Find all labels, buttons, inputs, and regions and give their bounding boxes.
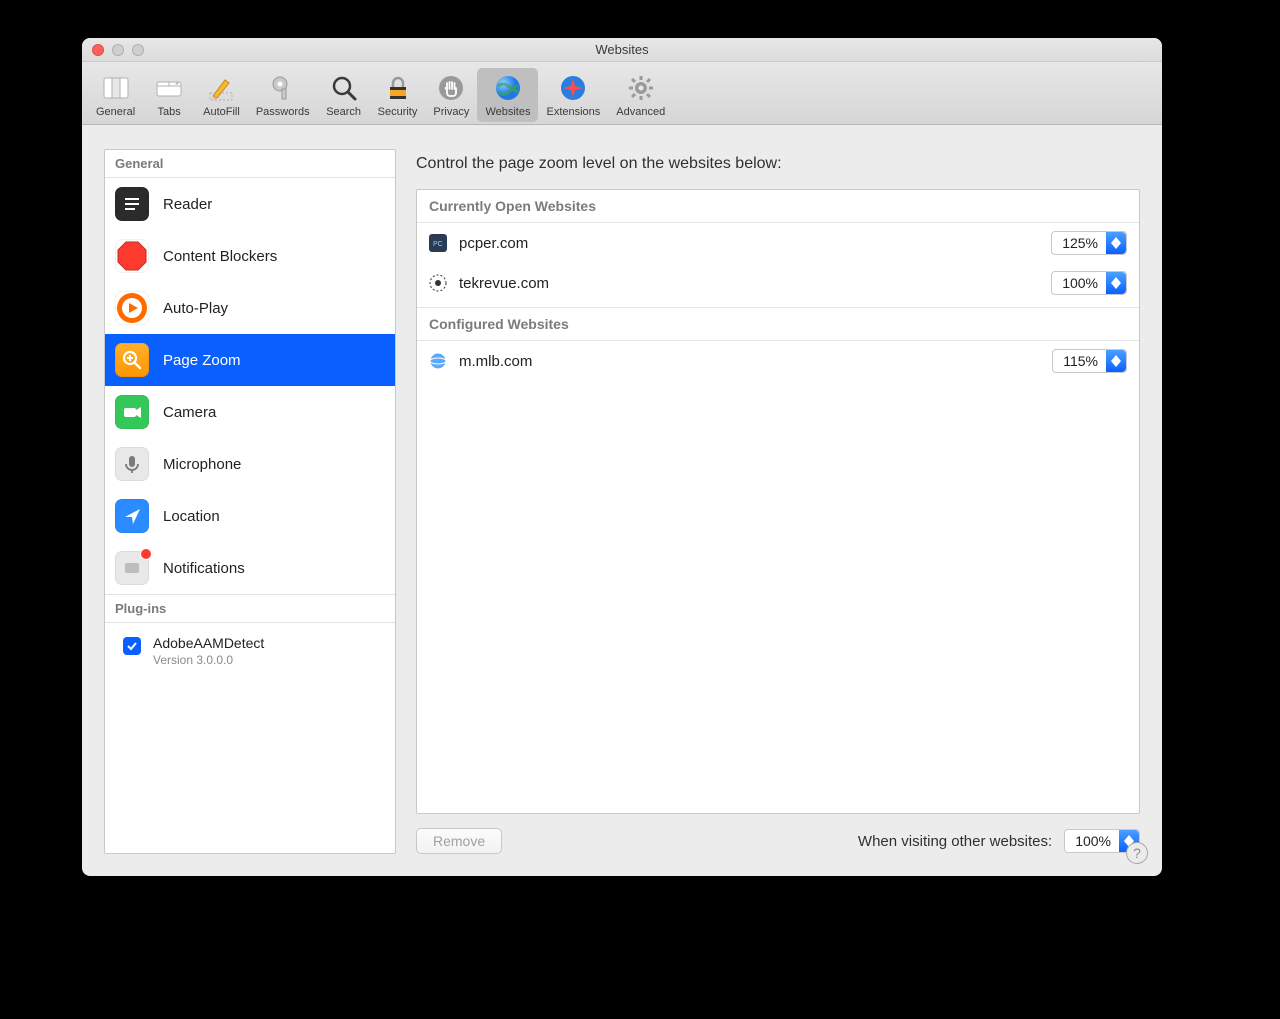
site-domain: pcper.com bbox=[459, 235, 1039, 252]
tabs-icon: + bbox=[153, 72, 185, 104]
sidebar-item-notifications[interactable]: Notifications bbox=[105, 542, 395, 594]
plugin-name: AdobeAAMDetect bbox=[153, 635, 264, 651]
toolbar: General + Tabs AutoFill Passwords Search bbox=[82, 62, 1162, 125]
sidebar-item-label: Notifications bbox=[163, 560, 245, 577]
bottom-bar: Remove When visiting other websites: 100… bbox=[416, 814, 1140, 854]
content-area: General Reader Content Blockers Auto-Pla… bbox=[82, 125, 1162, 876]
tab-label: Advanced bbox=[616, 106, 665, 118]
tab-security[interactable]: Security bbox=[370, 68, 426, 122]
zoom-icon bbox=[115, 343, 149, 377]
reader-icon bbox=[115, 187, 149, 221]
plugin-version: Version 3.0.0.0 bbox=[153, 653, 264, 667]
tab-label: Passwords bbox=[256, 106, 310, 118]
zoom-select[interactable]: 100% bbox=[1051, 271, 1127, 295]
section-open-websites: Currently Open Websites bbox=[417, 190, 1139, 223]
camera-icon bbox=[115, 395, 149, 429]
tab-privacy[interactable]: Privacy bbox=[425, 68, 477, 122]
stop-sign-icon bbox=[115, 239, 149, 273]
magnifier-icon bbox=[328, 72, 360, 104]
stepper-icon bbox=[1106, 272, 1126, 294]
detail-panel: Control the page zoom level on the websi… bbox=[416, 149, 1140, 854]
zoom-select[interactable]: 125% bbox=[1051, 231, 1127, 255]
pencil-icon bbox=[205, 72, 237, 104]
tab-label: Security bbox=[378, 106, 418, 118]
tab-tabs[interactable]: + Tabs bbox=[143, 68, 195, 122]
svg-text:+: + bbox=[175, 81, 179, 88]
site-row[interactable]: PC pcper.com 125% bbox=[417, 223, 1139, 263]
section-configured-websites: Configured Websites bbox=[417, 307, 1139, 341]
plugin-checkbox[interactable] bbox=[123, 637, 141, 655]
key-icon bbox=[267, 72, 299, 104]
tab-label: Search bbox=[326, 106, 361, 118]
window-title: Websites bbox=[82, 42, 1162, 57]
globe-icon bbox=[492, 72, 524, 104]
favicon-icon bbox=[429, 274, 447, 292]
tab-search[interactable]: Search bbox=[318, 68, 370, 122]
sidebar-item-label: Camera bbox=[163, 404, 216, 421]
tab-websites[interactable]: Websites bbox=[477, 68, 538, 122]
sidebar-section-plugins: Plug-ins bbox=[105, 594, 395, 623]
play-icon bbox=[115, 291, 149, 325]
zoom-value: 125% bbox=[1062, 235, 1098, 251]
remove-button[interactable]: Remove bbox=[416, 828, 502, 854]
site-domain: m.mlb.com bbox=[459, 353, 1040, 370]
badge-dot-icon bbox=[140, 548, 152, 560]
sidebar-item-location[interactable]: Location bbox=[105, 490, 395, 542]
preferences-window: Websites General + Tabs AutoFill Passwor bbox=[82, 38, 1162, 876]
tab-label: Tabs bbox=[158, 106, 181, 118]
microphone-icon bbox=[115, 447, 149, 481]
plugin-row[interactable]: AdobeAAMDetect Version 3.0.0.0 bbox=[105, 623, 395, 679]
sidebar-item-camera[interactable]: Camera bbox=[105, 386, 395, 438]
lock-icon bbox=[382, 72, 414, 104]
tab-advanced[interactable]: Advanced bbox=[608, 68, 673, 122]
site-row[interactable]: tekrevue.com 100% bbox=[417, 263, 1139, 303]
sidebar-item-microphone[interactable]: Microphone bbox=[105, 438, 395, 490]
sidebar-item-label: Reader bbox=[163, 196, 212, 213]
sidebar-item-label: Content Blockers bbox=[163, 248, 277, 265]
zoom-select[interactable]: 115% bbox=[1052, 349, 1127, 373]
panel-title: Control the page zoom level on the websi… bbox=[416, 155, 1140, 173]
tab-general[interactable]: General bbox=[88, 68, 143, 122]
puzzle-icon bbox=[557, 72, 589, 104]
sidebar-item-label: Auto-Play bbox=[163, 300, 228, 317]
tab-extensions[interactable]: Extensions bbox=[538, 68, 608, 122]
site-domain: tekrevue.com bbox=[459, 275, 1039, 292]
help-button[interactable]: ? bbox=[1126, 842, 1148, 864]
tab-passwords[interactable]: Passwords bbox=[248, 68, 318, 122]
sidebar-item-auto-play[interactable]: Auto-Play bbox=[105, 282, 395, 334]
sidebar-item-content-blockers[interactable]: Content Blockers bbox=[105, 230, 395, 282]
slider-icon bbox=[100, 72, 132, 104]
sidebar: General Reader Content Blockers Auto-Pla… bbox=[104, 149, 396, 854]
site-row[interactable]: m.mlb.com 115% bbox=[417, 341, 1139, 381]
favicon-icon: PC bbox=[429, 234, 447, 252]
tab-label: Extensions bbox=[546, 106, 600, 118]
tab-label: Privacy bbox=[433, 106, 469, 118]
zoom-value: 100% bbox=[1075, 833, 1111, 849]
sidebar-section-general: General bbox=[105, 150, 395, 178]
sidebar-item-page-zoom[interactable]: Page Zoom bbox=[105, 334, 395, 386]
gear-icon bbox=[625, 72, 657, 104]
stepper-icon bbox=[1106, 232, 1126, 254]
notifications-icon bbox=[115, 551, 149, 585]
tab-label: General bbox=[96, 106, 135, 118]
websites-listbox: Currently Open Websites PC pcper.com 125… bbox=[416, 189, 1140, 814]
tab-label: AutoFill bbox=[203, 106, 240, 118]
sidebar-item-reader[interactable]: Reader bbox=[105, 178, 395, 230]
stepper-icon bbox=[1106, 350, 1126, 372]
hand-icon bbox=[435, 72, 467, 104]
sidebar-item-label: Page Zoom bbox=[163, 352, 241, 369]
zoom-value: 100% bbox=[1062, 275, 1098, 291]
tab-autofill[interactable]: AutoFill bbox=[195, 68, 248, 122]
sidebar-item-label: Location bbox=[163, 508, 220, 525]
zoom-value: 115% bbox=[1063, 353, 1098, 369]
favicon-icon bbox=[429, 352, 447, 370]
sidebar-item-label: Microphone bbox=[163, 456, 241, 473]
location-icon bbox=[115, 499, 149, 533]
titlebar: Websites bbox=[82, 38, 1162, 62]
svg-text:PC: PC bbox=[433, 241, 443, 248]
tab-label: Websites bbox=[485, 106, 530, 118]
footer-label: When visiting other websites: bbox=[858, 833, 1052, 850]
